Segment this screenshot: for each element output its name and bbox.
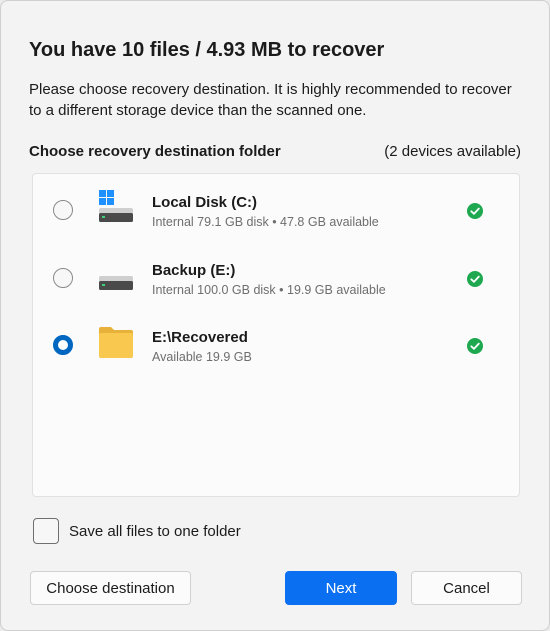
destination-detail: Internal 79.1 GB disk • 47.8 GB availabl… (152, 215, 379, 229)
destination-row-backup-e[interactable]: Backup (E:) Internal 100.0 GB disk • 19.… (33, 244, 519, 310)
recovery-dialog: You have 10 files / 4.93 MB to recover P… (0, 0, 550, 631)
available-check-icon (467, 271, 483, 287)
dialog-description: Please choose recovery destination. It i… (29, 81, 512, 119)
destination-detail: Available 19.9 GB (152, 350, 252, 364)
radio-local-disk-c[interactable] (53, 200, 73, 220)
destination-name: Backup (E:) (152, 262, 236, 279)
destination-name: E:\Recovered (152, 329, 248, 346)
folder-icon (97, 325, 137, 361)
windows-drive-icon (97, 190, 137, 226)
available-check-icon (467, 338, 483, 354)
destination-row-local-disk-c[interactable]: Local Disk (C:) Internal 79.1 GB disk • … (33, 176, 519, 242)
radio-backup-e[interactable] (53, 268, 73, 288)
save-one-folder-label: Save all files to one folder (69, 523, 241, 540)
available-check-icon (467, 203, 483, 219)
next-button[interactable]: Next (285, 571, 397, 605)
drive-icon (97, 258, 137, 294)
choose-destination-button[interactable]: Choose destination (30, 571, 191, 605)
section-label: Choose recovery destination folder (29, 143, 281, 160)
destination-name: Local Disk (C:) (152, 194, 258, 211)
destination-detail: Internal 100.0 GB disk • 19.9 GB availab… (152, 283, 386, 297)
cancel-button[interactable]: Cancel (411, 571, 522, 605)
save-one-folder-checkbox[interactable] (33, 518, 59, 544)
destination-row-e-recovered[interactable]: E:\Recovered Available 19.9 GB (33, 311, 519, 377)
devices-count: (2 devices available) (384, 143, 521, 160)
radio-e-recovered[interactable] (53, 335, 73, 355)
dialog-title: You have 10 files / 4.93 MB to recover (29, 39, 385, 61)
destination-list: Local Disk (C:) Internal 79.1 GB disk • … (32, 173, 520, 497)
